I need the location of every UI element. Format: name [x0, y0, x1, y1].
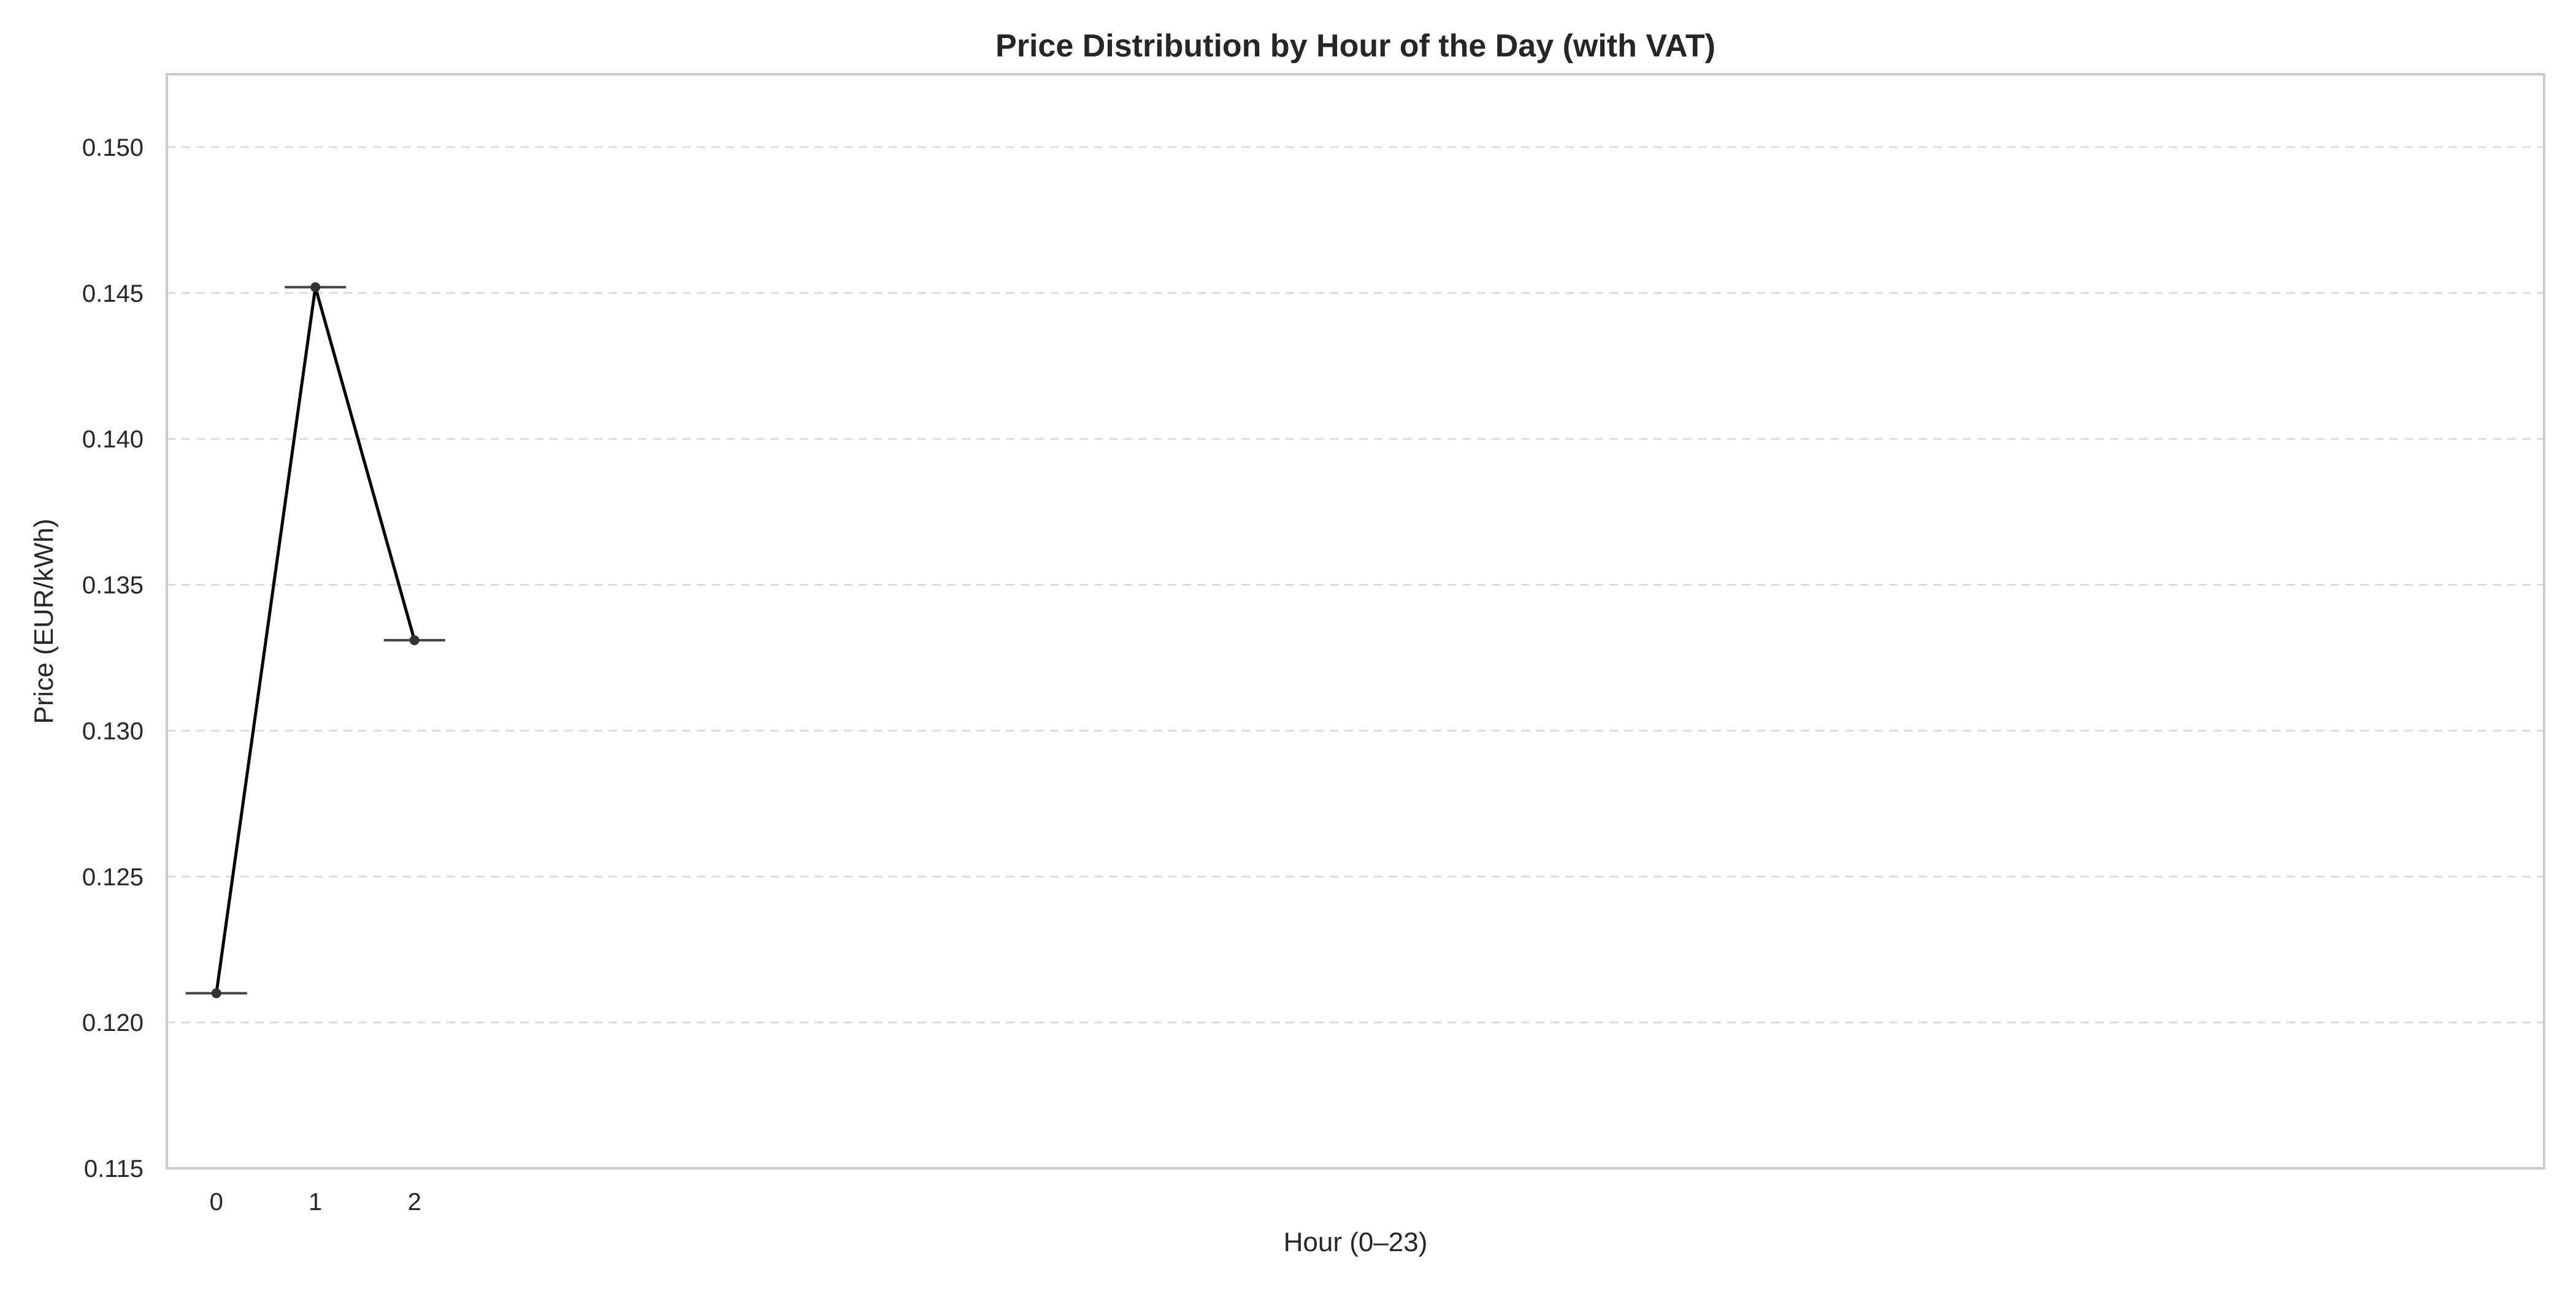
data-point — [211, 988, 221, 998]
plot-area-frame — [166, 73, 2545, 1170]
x-tick-label: 2 — [408, 1189, 421, 1216]
y-tick-labels: 0.115 0.120 0.125 0.130 0.135 0.140 0.145 0.150 — [82, 134, 144, 1182]
y-tick-label: 0.120 — [82, 1009, 144, 1036]
y-tick-label: 0.150 — [82, 134, 144, 161]
y-tick-label: 0.135 — [82, 572, 144, 599]
grid-layer — [167, 146, 2544, 1170]
x-axis-label: Hour (0–23) — [1284, 1227, 1428, 1257]
y-tick-label: 0.115 — [84, 1155, 144, 1182]
box-layer — [185, 286, 445, 995]
y-axis-label: Price (EUR/kWh) — [29, 519, 59, 724]
price-by-hour-chart: 0.115 0.120 0.125 0.130 0.135 0.140 0.145 0.150… — [29, 28, 2545, 1257]
x-tick-labels: 0 1 2 — [210, 1189, 421, 1216]
y-tick-label: 0.145 — [82, 280, 144, 307]
data-point — [409, 635, 420, 645]
x-tick-label: 1 — [309, 1189, 322, 1216]
chart-container: 0.115 0.120 0.125 0.130 0.135 0.140 0.145 0.150… — [0, 0, 2576, 1288]
y-tick-label: 0.140 — [82, 426, 144, 453]
y-tick-label: 0.130 — [82, 718, 144, 745]
x-tick-label: 0 — [210, 1189, 223, 1216]
chart-title: Price Distribution by Hour of the Day (w… — [995, 28, 1715, 64]
data-point — [310, 282, 321, 293]
y-tick-label: 0.125 — [82, 864, 144, 891]
